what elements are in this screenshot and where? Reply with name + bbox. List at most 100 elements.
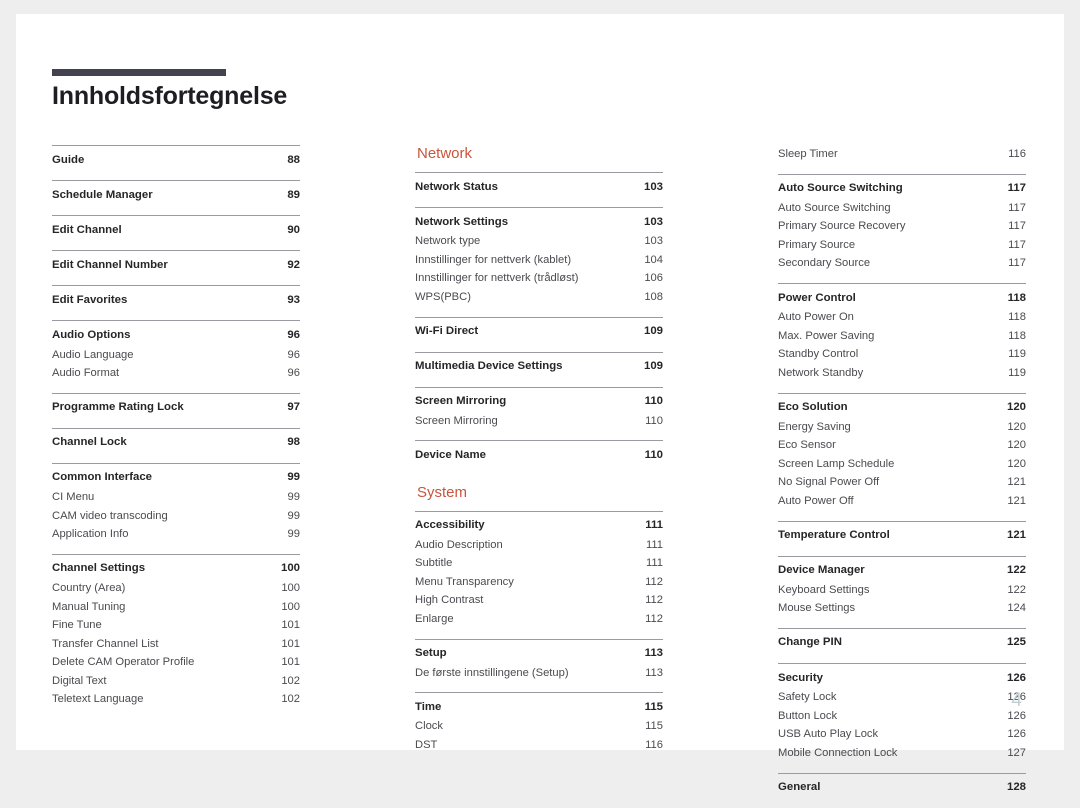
toc-entry-section[interactable]: Edit Favorites 93 <box>52 290 300 310</box>
toc-entry-label: Auto Power On <box>778 311 854 324</box>
toc-entry-label: Multimedia Device Settings <box>415 360 563 373</box>
toc-entry-section[interactable]: Setup 113 <box>415 644 663 664</box>
toc-entry-section[interactable]: Security 126 <box>778 668 1026 688</box>
toc-entry-section[interactable]: Auto Source Switching 117 <box>778 179 1026 199</box>
toc-entry-item[interactable]: USB Auto Play Lock 126 <box>778 725 1026 744</box>
toc-entry-item[interactable]: Delete CAM Operator Profile 101 <box>52 653 300 672</box>
group-divider <box>778 283 1026 285</box>
toc-entry-page: 96 <box>287 328 300 341</box>
toc-entry-section[interactable]: Multimedia Device Settings 109 <box>415 357 663 377</box>
toc-entry-item[interactable]: No Signal Power Off 121 <box>778 473 1026 492</box>
group-divider <box>52 427 300 429</box>
toc-entry-item[interactable]: Network Standby 119 <box>778 364 1026 383</box>
toc-entry-item[interactable]: Enlarge 112 <box>415 610 663 629</box>
toc-entry-label: USB Auto Play Lock <box>778 728 879 741</box>
toc-entry-item[interactable]: Secondary Source 117 <box>778 254 1026 273</box>
toc-entry-item[interactable]: Audio Language 96 <box>52 346 300 365</box>
toc-entry-section[interactable]: Device Name 110 <box>415 445 663 465</box>
toc-entry-item[interactable]: DST 116 <box>415 736 663 755</box>
toc-entry-item[interactable]: Max. Power Saving 118 <box>778 327 1026 346</box>
toc-entry-item[interactable]: Digital Text 102 <box>52 672 300 691</box>
toc-entry-item[interactable]: Innstillinger for nettverk (kablet) 104 <box>415 251 663 270</box>
toc-entry-section[interactable]: Change PIN 125 <box>778 633 1026 653</box>
toc-entry-item[interactable]: Screen Lamp Schedule 120 <box>778 455 1026 474</box>
toc-entry-page: 113 <box>644 647 663 660</box>
toc-entry-label: Channel Settings <box>52 562 146 575</box>
toc-entry-item[interactable]: Menu Transparency 112 <box>415 573 663 592</box>
toc-entry-label: Auto Source Switching <box>778 201 891 214</box>
toc-entry-section[interactable]: Edit Channel Number 92 <box>52 255 300 275</box>
toc-entry-label: Edit Channel <box>52 223 122 236</box>
toc-entry-item[interactable]: Auto Power Off 121 <box>778 492 1026 511</box>
toc-entry-section[interactable]: Screen Mirroring 110 <box>415 392 663 412</box>
toc-entry-item[interactable]: Eco Sensor 120 <box>778 436 1026 455</box>
toc-entry-item[interactable]: Mobile Connection Lock 127 <box>778 744 1026 763</box>
toc-entry-section[interactable]: Programme Rating Lock 97 <box>52 398 300 418</box>
toc-entry-item[interactable]: Button Lock 126 <box>778 707 1026 726</box>
toc-entry-section[interactable]: Accessibility 111 <box>415 516 663 536</box>
toc-entry-item[interactable]: Primary Source Recovery 117 <box>778 217 1026 236</box>
toc-entry-section[interactable]: Network Settings 103 <box>415 212 663 232</box>
toc-entry-label: Accessibility <box>415 519 485 532</box>
toc-entry-section[interactable]: Schedule Manager 89 <box>52 185 300 205</box>
toc-entry-label: Network Status <box>415 180 498 193</box>
toc-entry-label: DST <box>415 738 438 751</box>
toc-entry-section[interactable]: General 128 <box>778 778 1026 798</box>
group-divider <box>415 638 663 640</box>
toc-entry-section[interactable]: Audio Options 96 <box>52 325 300 345</box>
toc-entry-item[interactable]: Subtitle 111 <box>415 554 663 573</box>
toc-entry-item[interactable]: Keyboard Settings 122 <box>778 581 1026 600</box>
toc-entry-item[interactable]: De første innstillingene (Setup) 113 <box>415 664 663 683</box>
toc-columns: Guide 88 Schedule Manager 89 Edit Channel 90 E… <box>52 145 1052 808</box>
toc-entry-item[interactable]: Safety Lock 126 <box>778 688 1026 707</box>
toc-entry-item[interactable]: Network type 103 <box>415 232 663 251</box>
toc-entry-section[interactable]: Common Interface 99 <box>52 468 300 488</box>
toc-entry-item[interactable]: Country (Area) 100 <box>52 579 300 598</box>
toc-entry-item[interactable]: Auto Power On 118 <box>778 308 1026 327</box>
toc-entry-section[interactable]: Guide 88 <box>52 150 300 170</box>
toc-entry-item[interactable]: CAM video transcoding 99 <box>52 507 300 526</box>
toc-entry-item[interactable]: Application Info 99 <box>52 525 300 544</box>
toc-entry-item[interactable]: Standby Control 119 <box>778 345 1026 364</box>
toc-entry-item[interactable]: Audio Description 111 <box>415 536 663 555</box>
toc-entry-item[interactable]: Innstillinger for nettverk (trådløst) 106 <box>415 269 663 288</box>
toc-entry-page: 117 <box>1008 201 1026 214</box>
toc-entry-page: 110 <box>644 395 663 408</box>
toc-entry-item[interactable]: CI Menu 99 <box>52 488 300 507</box>
toc-entry-item[interactable]: Auto Source Switching 117 <box>778 199 1026 218</box>
toc-entry-item[interactable]: WPS(PBC) 108 <box>415 288 663 307</box>
toc-entry-item[interactable]: High Contrast 112 <box>415 591 663 610</box>
toc-entry-item[interactable]: Audio Format 96 <box>52 364 300 383</box>
toc-entry-page: 117 <box>1008 238 1026 251</box>
toc-entry-section[interactable]: Device Manager 122 <box>778 561 1026 581</box>
toc-entry-item[interactable]: Primary Source 117 <box>778 236 1026 255</box>
toc-entry-label: Audio Description <box>415 538 503 551</box>
toc-entry-label: Network type <box>415 235 481 248</box>
toc-entry-page: 117 <box>1007 182 1026 195</box>
toc-group: Edit Channel 90 <box>52 215 300 240</box>
toc-entry-section[interactable]: Wi-Fi Direct 109 <box>415 322 663 342</box>
toc-entry-section[interactable]: Channel Settings 100 <box>52 559 300 579</box>
toc-entry-section[interactable]: Edit Channel 90 <box>52 220 300 240</box>
toc-entry-page: 110 <box>644 448 663 461</box>
toc-entry-item[interactable]: Manual Tuning 100 <box>52 598 300 617</box>
toc-entry-item[interactable]: Sleep Timer 116 <box>778 145 1026 164</box>
toc-entry-section[interactable]: Network Status 103 <box>415 177 663 197</box>
toc-entry-section[interactable]: Eco Solution 120 <box>778 398 1026 418</box>
toc-entry-page: 99 <box>287 471 300 484</box>
toc-entry-item[interactable]: Mouse Settings 124 <box>778 599 1026 618</box>
group-divider <box>52 462 300 464</box>
toc-entry-section[interactable]: Temperature Control 121 <box>778 526 1026 546</box>
toc-entry-label: Edit Channel Number <box>52 258 168 271</box>
toc-entry-item[interactable]: Screen Mirroring 110 <box>415 412 663 431</box>
toc-entry-page: 118 <box>1007 291 1026 304</box>
toc-entry-section[interactable]: Channel Lock 98 <box>52 433 300 453</box>
toc-entry-item[interactable]: Energy Saving 120 <box>778 418 1026 437</box>
toc-entry-section[interactable]: Time 115 <box>415 697 663 717</box>
toc-group: Screen Mirroring 110 Screen Mirroring 110 <box>415 386 663 431</box>
toc-entry-item[interactable]: Fine Tune 101 <box>52 616 300 635</box>
toc-entry-section[interactable]: Power Control 118 <box>778 288 1026 308</box>
toc-entry-item[interactable]: Teletext Language 102 <box>52 690 300 709</box>
toc-entry-item[interactable]: Transfer Channel List 101 <box>52 635 300 654</box>
toc-entry-item[interactable]: Clock 115 <box>415 717 663 736</box>
